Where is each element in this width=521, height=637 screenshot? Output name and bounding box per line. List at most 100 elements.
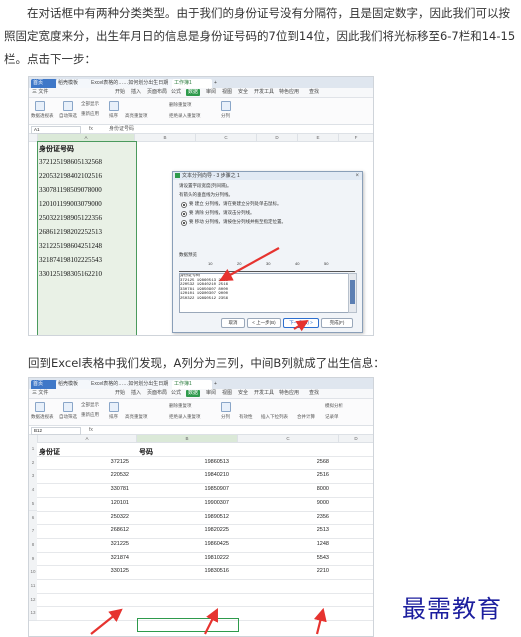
tab-home[interactable]: 首页 xyxy=(31,79,57,88)
id-cell[interactable]: 220532198402102516 xyxy=(39,172,102,180)
menu-insert[interactable]: 插入 xyxy=(131,390,141,397)
ribbon-showall[interactable]: 全部显示 xyxy=(81,101,99,107)
row-number[interactable]: 12 xyxy=(29,592,37,608)
ribbon-pivot[interactable]: 数据透视表 xyxy=(31,414,54,420)
row-number[interactable]: 4 xyxy=(29,483,37,498)
col-header-c[interactable]: C xyxy=(196,134,257,142)
column-ruler[interactable]: 10 20 30 40 50 xyxy=(179,261,355,272)
ribbon-consolidate[interactable]: 合并计算 xyxy=(297,414,315,420)
id-cell[interactable]: 321225198604251248 xyxy=(39,242,102,250)
cell-birthdate[interactable]: 19890512 xyxy=(169,514,229,520)
pivot-icon[interactable] xyxy=(35,101,45,111)
sort-icon[interactable] xyxy=(109,101,119,111)
id-cell[interactable]: 372125198605132568 xyxy=(39,158,102,166)
spreadsheet-grid[interactable]: A B C D 身份证 号码 1 2 3 4 5 6 7 8 9 10 11 12 13 372125 19… xyxy=(29,435,373,636)
cell-code[interactable]: 268612 xyxy=(69,527,129,533)
cell-code[interactable]: 250322 xyxy=(69,514,129,520)
name-box[interactable]: A1 xyxy=(31,126,81,134)
menu-features[interactable]: 特色应用 xyxy=(279,390,299,397)
cell-suffix[interactable]: 1248 xyxy=(269,541,329,547)
ribbon-showall[interactable]: 全部显示 xyxy=(81,402,99,408)
menu-review[interactable]: 审阅 xyxy=(206,89,216,96)
tab-doc[interactable]: Excel表格的……如何划分出生日期 xyxy=(89,79,173,88)
tab-workbook[interactable]: 工作簿1 xyxy=(172,380,212,389)
cell-code[interactable]: 321874 xyxy=(69,555,129,561)
cell-suffix[interactable]: 2513 xyxy=(269,527,329,533)
row-number[interactable]: 7 xyxy=(29,524,37,539)
new-tab-icon[interactable]: + xyxy=(212,79,224,88)
close-icon[interactable]: × xyxy=(355,172,359,180)
ribbon-whatif[interactable]: 模拟分析 xyxy=(325,403,343,409)
filter-icon[interactable] xyxy=(63,402,73,412)
menu-security[interactable]: 安全 xyxy=(238,390,248,397)
tab-doc[interactable]: Excel表格的……如何划分出生日期 xyxy=(89,380,173,389)
menu-home[interactable]: 开始 xyxy=(115,89,125,96)
cell-birthdate[interactable]: 19830516 xyxy=(169,568,229,574)
ribbon-reapply[interactable]: 重新应用 xyxy=(81,412,99,418)
row-number[interactable]: 6 xyxy=(29,510,37,526)
menu-data[interactable]: 数据 xyxy=(186,89,201,96)
row-number[interactable]: 3 xyxy=(29,469,37,485)
menu-search[interactable]: 查找 xyxy=(309,390,319,397)
cell-birthdate[interactable]: 19850907 xyxy=(169,486,229,492)
pivot-icon[interactable] xyxy=(35,402,45,412)
cell-code[interactable]: 372125 xyxy=(69,459,129,465)
col-header-c[interactable]: C xyxy=(238,435,339,443)
menu-formula[interactable]: 公式 xyxy=(171,89,181,96)
menu-features[interactable]: 特色应用 xyxy=(279,89,299,96)
finish-button[interactable]: 完成(F) xyxy=(321,318,353,328)
col-header-e[interactable]: E xyxy=(298,134,339,142)
col-header-b[interactable]: B xyxy=(137,435,238,443)
ribbon-autofilter[interactable]: 自动筛选 xyxy=(59,113,77,119)
cell-code[interactable]: 220532 xyxy=(69,472,129,478)
menu-file[interactable]: 三 文件 xyxy=(32,390,48,397)
id-cell[interactable]: 120101199003079000 xyxy=(39,200,102,208)
row-number[interactable]: 9 xyxy=(29,551,37,567)
menu-view[interactable]: 视图 xyxy=(222,89,232,96)
cell-code[interactable]: 120101 xyxy=(69,500,129,506)
row-number[interactable]: 2 xyxy=(29,455,37,471)
selected-column-a[interactable] xyxy=(37,141,137,335)
col-header-d[interactable]: D xyxy=(257,134,298,142)
menu-data[interactable]: 数据 xyxy=(186,390,201,397)
fx-icon[interactable]: fx xyxy=(89,426,93,434)
ribbon-delete-dup[interactable]: 删除重复项 xyxy=(169,102,192,108)
cell-birthdate[interactable]: 19840210 xyxy=(169,472,229,478)
cell-birthdate[interactable]: 19810222 xyxy=(169,555,229,561)
menu-formula[interactable]: 公式 xyxy=(171,390,181,397)
menu-layout[interactable]: 页面布局 xyxy=(147,390,167,397)
row-number[interactable]: 10 xyxy=(29,565,37,580)
ribbon-sort[interactable]: 排序 xyxy=(109,113,118,119)
ribbon-highlight-dup[interactable]: 高亮重复项 xyxy=(125,414,148,420)
ribbon-autofilter[interactable]: 自动筛选 xyxy=(59,414,77,420)
ribbon-validation[interactable]: 有效性 xyxy=(239,414,253,420)
menu-view[interactable]: 视图 xyxy=(222,390,232,397)
filter-icon[interactable] xyxy=(63,101,73,111)
cell-birthdate[interactable]: 19860425 xyxy=(169,541,229,547)
ribbon-split[interactable]: 分列 xyxy=(221,414,230,420)
col-header-f[interactable]: F xyxy=(339,134,373,142)
ribbon-reject-dup[interactable]: 拒绝录入重复项 xyxy=(169,113,201,119)
row-number[interactable]: 8 xyxy=(29,537,37,553)
ribbon-reject-dup[interactable]: 拒绝录入重复项 xyxy=(169,414,201,420)
ribbon-pivot[interactable]: 数据透视表 xyxy=(31,113,54,119)
ribbon-form[interactable]: 记录单 xyxy=(325,414,339,420)
cell-suffix[interactable]: 8000 xyxy=(269,486,329,492)
ribbon-split[interactable]: 分列 xyxy=(221,113,230,119)
cell-code[interactable]: 330125 xyxy=(69,568,129,574)
col-header-b[interactable]: B xyxy=(135,134,196,142)
ribbon-sort[interactable]: 排序 xyxy=(109,414,118,420)
menu-search[interactable]: 查找 xyxy=(309,89,319,96)
cell-birthdate[interactable]: 19820225 xyxy=(169,527,229,533)
active-cell-b12[interactable] xyxy=(137,618,239,632)
tab-templates[interactable]: 稻壳模板 xyxy=(56,79,90,88)
menu-file[interactable]: 三 文件 xyxy=(32,89,48,96)
tab-workbook[interactable]: 工作簿1 xyxy=(172,79,212,88)
cancel-button[interactable]: 取消 xyxy=(221,318,245,328)
row-number[interactable]: 11 xyxy=(29,579,37,594)
menu-layout[interactable]: 页面布局 xyxy=(147,89,167,96)
id-cell[interactable]: 330125198305162210 xyxy=(39,270,102,278)
formula-value[interactable]: 身份证号码 xyxy=(109,125,134,133)
split-icon[interactable] xyxy=(221,402,231,412)
row-number[interactable]: 13 xyxy=(29,606,37,622)
